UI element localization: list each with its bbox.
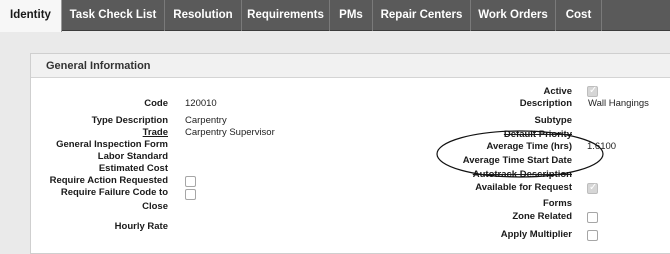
section-title: General Information: [31, 54, 670, 78]
active-checkbox[interactable]: [587, 85, 598, 97]
estimated-cost-label: Estimated Cost: [98, 163, 168, 174]
tab-cost[interactable]: Cost: [556, 0, 602, 31]
active-label: Active: [543, 86, 572, 97]
tab-resolution[interactable]: Resolution: [165, 0, 242, 31]
code-label: Code: [144, 98, 168, 109]
description-value: Wall Hangings: [588, 98, 649, 109]
trade-label-link[interactable]: Trade: [143, 127, 168, 138]
tab-work-orders[interactable]: Work Orders: [471, 0, 556, 31]
tab-identity[interactable]: Identity: [0, 0, 62, 32]
require-action-requested-checkbox[interactable]: [185, 176, 196, 187]
type-description-value: Carpentry: [185, 115, 227, 126]
available-for-request-checkbox[interactable]: [587, 182, 598, 194]
apply-multiplier-label: Apply Multiplier: [500, 229, 572, 240]
code-value: 120010: [185, 98, 217, 109]
type-description-label: Type Description: [91, 115, 168, 126]
description-label: Description: [519, 98, 572, 109]
available-for-request-label: Available for Request: [475, 182, 572, 193]
highlight-ellipse-annotation: [436, 130, 604, 178]
tab-bar: Identity Task Check List Resolution Requ…: [0, 0, 670, 32]
subtype-label: Subtype: [534, 115, 572, 126]
require-action-requested-label: Require Action Requested: [49, 175, 168, 186]
require-failure-code-label: Require Failure Code to: [60, 187, 168, 198]
zone-related-label: Zone Related: [512, 211, 572, 222]
trade-value: Carpentry Supervisor: [185, 127, 275, 138]
tab-task-check-list[interactable]: Task Check List: [62, 0, 165, 31]
general-inspection-form-label: General Inspection Form: [56, 139, 168, 150]
close-label: Close: [142, 201, 168, 212]
forms-label: Forms: [542, 198, 572, 209]
tab-pms[interactable]: PMs: [330, 0, 373, 31]
apply-multiplier-checkbox[interactable]: [587, 230, 598, 241]
hourly-rate-label: Hourly Rate: [114, 221, 168, 232]
labor-standard-label: Labor Standard: [97, 151, 168, 162]
tab-requirements[interactable]: Requirements: [242, 0, 330, 31]
require-failure-code-checkbox[interactable]: [185, 189, 196, 200]
tab-repair-centers[interactable]: Repair Centers: [373, 0, 471, 31]
zone-related-checkbox[interactable]: [587, 212, 598, 223]
